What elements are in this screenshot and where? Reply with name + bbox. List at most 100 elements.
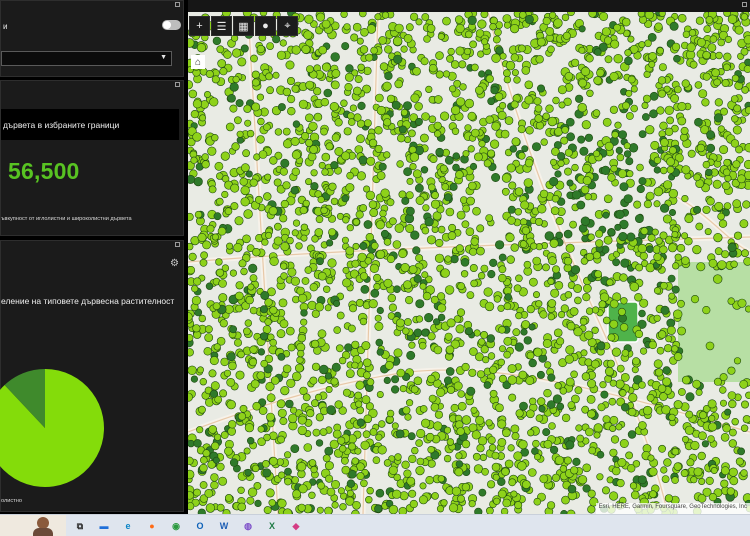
layer-toggle[interactable] xyxy=(162,20,181,30)
map-view[interactable]: + ☰ ▦ ● ⌖ ⌂ Esri, HERE, Garmin, Foursquare, … xyxy=(188,0,750,514)
chrome-icon[interactable]: ◉ xyxy=(169,519,183,533)
maximize-icon[interactable] xyxy=(175,242,180,247)
edge-icon[interactable]: e xyxy=(121,519,135,533)
tree-point xyxy=(476,444,485,453)
tree-points xyxy=(188,12,750,514)
tree-point xyxy=(442,16,451,26)
tree-point xyxy=(188,365,197,375)
tree-point xyxy=(345,64,354,73)
tree-point xyxy=(557,152,566,161)
tree-point xyxy=(611,466,621,476)
pie-chart[interactable] xyxy=(0,361,107,495)
tree-point xyxy=(609,105,619,114)
firefox-icon[interactable]: ● xyxy=(145,519,159,533)
tree-point xyxy=(454,467,464,477)
tree-point xyxy=(513,284,522,293)
tree-point xyxy=(642,94,652,103)
tree-point xyxy=(211,233,219,241)
boundary-dropdown[interactable]: ▼ xyxy=(1,51,172,66)
tree-point xyxy=(729,428,737,437)
file-explorer-icon[interactable]: ▬ xyxy=(97,519,111,533)
tree-point xyxy=(216,462,225,472)
gear-icon[interactable]: ⚙ xyxy=(170,258,179,269)
chart-title: еление на типовете дървесна растителност xyxy=(1,296,175,306)
tree-point xyxy=(660,466,668,474)
tree-point xyxy=(240,197,250,207)
tree-point xyxy=(638,381,646,389)
tree-point xyxy=(355,400,363,408)
word-icon[interactable]: W xyxy=(217,519,231,533)
tree-point xyxy=(542,112,550,120)
tree-point xyxy=(383,459,392,467)
layer-tool-icon[interactable]: ● xyxy=(255,16,276,36)
tree-point xyxy=(508,393,517,402)
tree-point xyxy=(424,313,434,323)
tree-point xyxy=(660,166,668,175)
tree-point xyxy=(471,63,479,72)
tree-point xyxy=(309,283,319,292)
home-icon[interactable]: ⌂ xyxy=(191,55,205,69)
tree-point xyxy=(262,459,270,468)
tree-point xyxy=(217,59,227,68)
tree-point xyxy=(504,116,514,125)
tree-point xyxy=(611,130,619,139)
grid-tool-icon[interactable]: ▦ xyxy=(233,16,254,36)
maximize-icon[interactable] xyxy=(742,2,747,7)
outlook-icon[interactable]: O xyxy=(193,519,207,533)
tree-point xyxy=(534,104,543,113)
tree-point xyxy=(681,256,690,265)
tree-point xyxy=(212,302,221,310)
tree-point xyxy=(383,238,392,246)
tree-point xyxy=(282,364,292,374)
zoom-tool-icon[interactable]: + xyxy=(189,16,210,36)
tree-point xyxy=(534,114,543,123)
tree-point xyxy=(375,488,385,498)
tree-points-layer[interactable] xyxy=(188,12,750,514)
tree-point xyxy=(315,439,324,447)
tree-point xyxy=(627,464,636,473)
tree-point xyxy=(727,297,735,305)
tree-point xyxy=(344,72,354,82)
tree-point xyxy=(380,229,389,238)
tree-point xyxy=(212,456,220,464)
tree-point xyxy=(205,503,216,513)
tree-point xyxy=(636,163,644,172)
tree-point xyxy=(574,386,583,395)
task-view-icon[interactable]: ⧉ xyxy=(73,519,87,533)
tree-point xyxy=(484,301,495,312)
excel-icon[interactable]: X xyxy=(265,519,279,533)
select-tool-icon[interactable]: ⌖ xyxy=(277,16,298,36)
tree-point xyxy=(286,236,294,245)
tree-point xyxy=(581,120,591,130)
tree-point xyxy=(465,327,473,335)
tree-point xyxy=(729,476,739,486)
paint-icon[interactable]: ◆ xyxy=(289,519,303,533)
tree-point xyxy=(433,421,443,431)
tree-point xyxy=(444,155,454,165)
tree-point xyxy=(602,117,612,127)
tree-point xyxy=(191,285,199,293)
tree-point xyxy=(508,478,517,487)
list-tool-icon[interactable]: ☰ xyxy=(211,16,232,36)
tree-point xyxy=(242,234,251,244)
tree-point xyxy=(251,464,260,473)
tree-point xyxy=(647,454,655,462)
tree-point xyxy=(192,324,201,333)
maximize-icon[interactable] xyxy=(175,2,180,7)
tree-point xyxy=(279,167,288,176)
tree-point xyxy=(360,479,368,488)
tree-point xyxy=(460,270,469,278)
tree-point xyxy=(401,196,410,205)
tree-point xyxy=(430,402,440,412)
tree-point xyxy=(305,113,314,123)
tree-point xyxy=(657,384,667,393)
viber-icon[interactable]: ◍ xyxy=(241,519,255,533)
tree-point xyxy=(225,122,235,132)
tree-point xyxy=(482,356,490,364)
maximize-icon[interactable] xyxy=(175,82,180,87)
tree-point xyxy=(313,87,322,96)
tree-point xyxy=(713,233,723,243)
tree-point xyxy=(435,51,444,60)
tree-point xyxy=(677,388,686,396)
tree-point xyxy=(393,285,401,294)
